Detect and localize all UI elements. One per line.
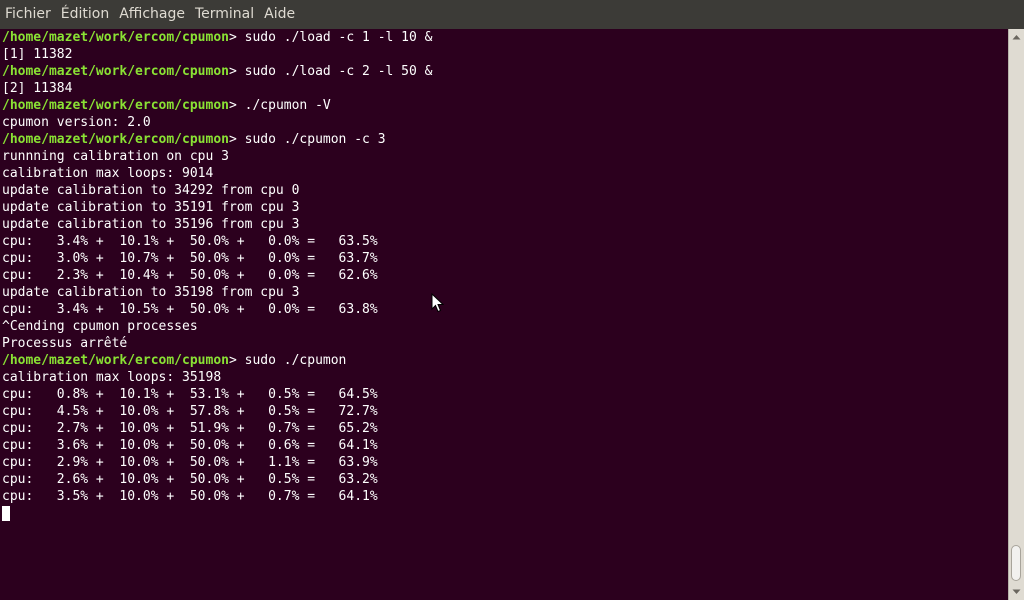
scrollbar-thumb[interactable] xyxy=(1011,545,1021,581)
menu-edition[interactable]: Édition xyxy=(56,0,114,29)
line-text: runnning calibration on cpu 3 xyxy=(2,149,229,164)
line-text: update calibration to 35198 from cpu 3 xyxy=(2,285,300,300)
terminal-output-line: cpu: 2.7% + 10.0% + 51.9% + 0.7% = 65.2% xyxy=(2,420,432,437)
arrow-up-icon xyxy=(1012,35,1021,40)
line-text: cpu: 2.6% + 10.0% + 50.0% + 0.5% = 63.2% xyxy=(2,472,378,487)
terminal-prompt-line: /home/mazet/work/ercom/cpumon> sudo ./lo… xyxy=(2,63,432,80)
terminal-output-line: update calibration to 35198 from cpu 3 xyxy=(2,284,432,301)
line-text: > sudo ./cpumon -c 3 xyxy=(228,132,386,147)
terminal-output-line: cpu: 4.5% + 10.0% + 57.8% + 0.5% = 72.7% xyxy=(2,403,432,420)
menu-affichage[interactable]: Affichage xyxy=(114,0,190,29)
prompt-path: /home/mazet/work/ercom/cpumon xyxy=(2,353,229,368)
line-text: cpu: 3.5% + 10.0% + 50.0% + 0.7% = 64.1% xyxy=(2,489,378,504)
prompt-path: /home/mazet/work/ercom/cpumon xyxy=(2,30,229,45)
terminal-output-line: runnning calibration on cpu 3 xyxy=(2,148,432,165)
terminal-output-line: calibration max loops: 9014 xyxy=(2,165,432,182)
line-text: cpu: 3.4% + 10.1% + 50.0% + 0.0% = 63.5% xyxy=(2,234,378,249)
line-text: [2] 11384 xyxy=(2,81,73,96)
line-text: > sudo ./cpumon xyxy=(228,353,347,368)
scroll-down-button[interactable] xyxy=(1009,584,1024,600)
terminal-prompt-line: /home/mazet/work/ercom/cpumon> sudo ./lo… xyxy=(2,29,432,46)
mouse-pointer-icon xyxy=(431,293,445,313)
terminal-output-line: update calibration to 34292 from cpu 0 xyxy=(2,182,432,199)
text-cursor-block xyxy=(2,506,10,521)
line-text: cpu: 2.9% + 10.0% + 50.0% + 1.1% = 63.9% xyxy=(2,455,378,470)
terminal-prompt-line: /home/mazet/work/ercom/cpumon> ./cpumon … xyxy=(2,97,432,114)
menu-terminal[interactable]: Terminal xyxy=(190,0,259,29)
terminal-output-line: cpu: 3.4% + 10.5% + 50.0% + 0.0% = 63.8% xyxy=(2,301,432,318)
scroll-up-button[interactable] xyxy=(1009,29,1024,45)
prompt-path: /home/mazet/work/ercom/cpumon xyxy=(2,98,229,113)
terminal-output-line: cpu: 2.6% + 10.0% + 50.0% + 0.5% = 63.2% xyxy=(2,471,432,488)
terminal-output-line: calibration max loops: 35198 xyxy=(2,369,432,386)
line-text: cpu: 4.5% + 10.0% + 57.8% + 0.5% = 72.7% xyxy=(2,404,378,419)
terminal-output-line: Processus arrêté xyxy=(2,335,432,352)
line-text: cpu: 3.6% + 10.0% + 50.0% + 0.6% = 64.1% xyxy=(2,438,378,453)
terminal-input-line[interactable] xyxy=(2,505,432,522)
menu-aide[interactable]: Aide xyxy=(259,0,300,29)
line-text: cpu: 0.8% + 10.1% + 53.1% + 0.5% = 64.5% xyxy=(2,387,378,402)
terminal-output-line: [1] 11382 xyxy=(2,46,432,63)
line-text: > ./cpumon -V xyxy=(228,98,331,113)
terminal-output-line: update calibration to 35196 from cpu 3 xyxy=(2,216,432,233)
line-text: cpu: 2.7% + 10.0% + 51.9% + 0.7% = 65.2% xyxy=(2,421,378,436)
terminal-output-line: update calibration to 35191 from cpu 3 xyxy=(2,199,432,216)
terminal-prompt-line: /home/mazet/work/ercom/cpumon> sudo ./cp… xyxy=(2,352,432,369)
terminal-output-line: cpu: 0.8% + 10.1% + 53.1% + 0.5% = 64.5% xyxy=(2,386,432,403)
terminal-prompt-line: /home/mazet/work/ercom/cpumon> sudo ./cp… xyxy=(2,131,432,148)
terminal-output-line: cpu: 2.3% + 10.4% + 50.0% + 0.0% = 62.6% xyxy=(2,267,432,284)
terminal-lines: /home/mazet/work/ercom/cpumon> sudo ./lo… xyxy=(2,29,432,522)
vertical-scrollbar[interactable] xyxy=(1008,29,1024,600)
line-text: update calibration to 35196 from cpu 3 xyxy=(2,217,300,232)
prompt-path: /home/mazet/work/ercom/cpumon xyxy=(2,132,229,147)
menu-fichier[interactable]: Fichier xyxy=(0,0,56,29)
terminal-output-area[interactable]: /home/mazet/work/ercom/cpumon> sudo ./lo… xyxy=(0,29,1008,600)
terminal-output-line: ^Cending cpumon processes xyxy=(2,318,432,335)
line-text: Processus arrêté xyxy=(2,336,128,351)
prompt-path: /home/mazet/work/ercom/cpumon xyxy=(2,64,229,79)
line-text: calibration max loops: 9014 xyxy=(2,166,214,181)
arrow-down-icon xyxy=(1012,589,1021,594)
line-text: cpu: 2.3% + 10.4% + 50.0% + 0.0% = 62.6% xyxy=(2,268,378,283)
line-text: > sudo ./load -c 1 -l 10 & xyxy=(228,30,433,45)
line-text: cpu: 3.0% + 10.7% + 50.0% + 0.0% = 63.7% xyxy=(2,251,378,266)
terminal-output-line: cpu: 3.6% + 10.0% + 50.0% + 0.6% = 64.1% xyxy=(2,437,432,454)
terminal-output-line: cpu: 3.5% + 10.0% + 50.0% + 0.7% = 64.1% xyxy=(2,488,432,505)
terminal-output-line: cpumon version: 2.0 xyxy=(2,114,432,131)
line-text: cpumon version: 2.0 xyxy=(2,115,151,130)
line-text: update calibration to 35191 from cpu 3 xyxy=(2,200,300,215)
line-text: > sudo ./load -c 2 -l 50 & xyxy=(228,64,433,79)
terminal-output-line: [2] 11384 xyxy=(2,80,432,97)
line-text: cpu: 3.4% + 10.5% + 50.0% + 0.0% = 63.8% xyxy=(2,302,378,317)
terminal-output-line: cpu: 3.4% + 10.1% + 50.0% + 0.0% = 63.5% xyxy=(2,233,432,250)
terminal-output-line: cpu: 2.9% + 10.0% + 50.0% + 1.1% = 63.9% xyxy=(2,454,432,471)
menu-bar: Fichier Édition Affichage Terminal Aide xyxy=(0,0,1024,30)
line-text: [1] 11382 xyxy=(2,47,73,62)
line-text: calibration max loops: 35198 xyxy=(2,370,222,385)
line-text: update calibration to 34292 from cpu 0 xyxy=(2,183,300,198)
terminal-output-line: cpu: 3.0% + 10.7% + 50.0% + 0.0% = 63.7% xyxy=(2,250,432,267)
line-text: ^Cending cpumon processes xyxy=(2,319,198,334)
